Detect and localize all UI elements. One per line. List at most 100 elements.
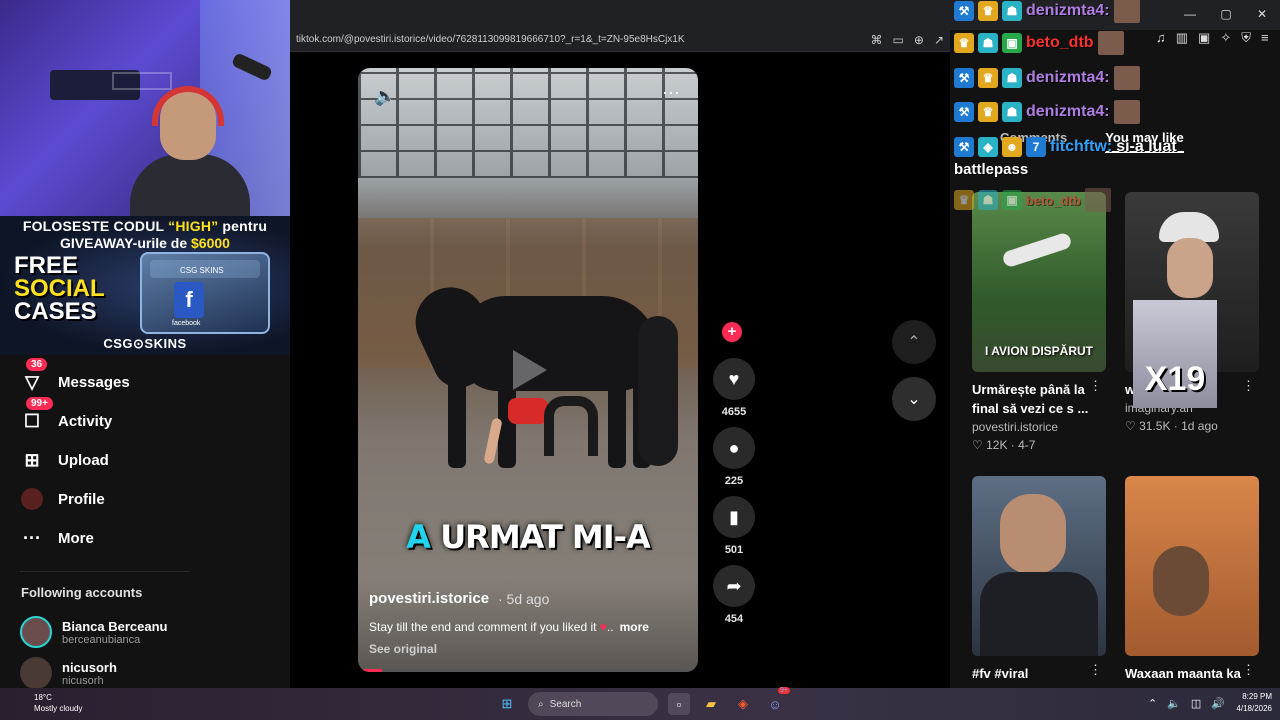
- url-text[interactable]: tiktok.com/@povestiri.istorice/video/762…: [296, 34, 685, 45]
- see-original-link[interactable]: See original: [369, 642, 437, 656]
- nav-upload[interactable]: ⊞ Upload: [20, 447, 108, 473]
- share-arrow-icon[interactable]: ➦: [713, 565, 755, 607]
- video-progress-bar[interactable]: [358, 669, 698, 672]
- card-author[interactable]: povestiri.istorice: [972, 420, 1106, 434]
- kebab-menu-icon[interactable]: ⋮: [1089, 662, 1102, 678]
- card-title[interactable]: Waxaan maanta ka: [1125, 664, 1259, 683]
- file-explorer-icon[interactable]: ▰: [700, 693, 722, 715]
- task-view-icon[interactable]: ▫: [668, 693, 690, 715]
- chat-username: denizmta4:: [1026, 2, 1110, 19]
- volume-icon[interactable]: 🔈: [374, 86, 396, 107]
- recommended-video-card[interactable]: I AVION DISPĂRUT Urmărește până la final…: [972, 192, 1106, 452]
- discord-icon[interactable]: ☺ 9+: [764, 687, 790, 715]
- nav-more[interactable]: ··· More: [20, 525, 94, 551]
- speaker-icon[interactable]: 🔈: [1167, 697, 1181, 710]
- zoom-icon[interactable]: ⊕: [914, 33, 924, 47]
- video-author[interactable]: povestiri.istorice: [369, 590, 489, 607]
- comment-icon[interactable]: ●: [713, 427, 755, 469]
- description-text: Stay till the end and comment if you lik…: [369, 620, 597, 634]
- weather-text: Mostly cloudy: [34, 704, 83, 713]
- shield-icon[interactable]: ⛨: [1241, 30, 1251, 46]
- face-shape: [1167, 238, 1213, 298]
- girl-shirt: [508, 398, 548, 424]
- previous-video-button[interactable]: ⌃: [892, 320, 936, 364]
- hammer-badge-icon: ⚒: [954, 102, 974, 122]
- overlay-text: X19: [1144, 360, 1206, 398]
- brave-browser-icon[interactable]: ◈: [732, 693, 754, 715]
- comment-action[interactable]: ● 225: [712, 427, 756, 487]
- address-bar[interactable]: tiktok.com/@povestiri.istorice/video/762…: [290, 30, 950, 52]
- recommended-video-card[interactable]: Waxaan maanta ka ⋮: [1125, 476, 1259, 683]
- nav-profile[interactable]: Profile: [20, 486, 105, 512]
- chat-username: fitchftw:: [1050, 138, 1113, 155]
- followed-account[interactable]: Bianca Berceanu berceanubianca: [20, 616, 168, 648]
- recommended-video-card[interactable]: #fv #viral ⋮: [972, 476, 1106, 683]
- nav-activity[interactable]: ☐ 99+ Activity: [20, 397, 112, 434]
- taskbar-clock[interactable]: 8:29 PM 4/18/2026: [1230, 691, 1272, 715]
- more-options-icon[interactable]: ···: [662, 82, 680, 103]
- more-icon: ···: [23, 527, 41, 548]
- streamer: [120, 80, 260, 216]
- address-bar-tools: ⌘ ▭ ⊕ ↗: [871, 33, 944, 47]
- card-title[interactable]: #fv #viral: [972, 664, 1106, 683]
- like-action[interactable]: ♥ 4655: [712, 358, 756, 418]
- close-window-button[interactable]: ✕: [1244, 0, 1280, 28]
- video-caption: A URMAT MI-A: [358, 518, 698, 556]
- chat-text: si-a luat: [1116, 138, 1177, 155]
- chat-emote: [1113, 100, 1140, 124]
- more-link[interactable]: more: [620, 620, 649, 634]
- translate-icon[interactable]: ⌘: [871, 33, 883, 47]
- share-action[interactable]: ➦ 454: [712, 565, 756, 625]
- card-title[interactable]: Urmărește până la final să vezi ce s ...: [972, 380, 1106, 418]
- bookmark-icon[interactable]: ▮: [713, 496, 755, 538]
- taskbar-search[interactable]: ⌕ Search: [528, 692, 658, 716]
- kebab-menu-icon[interactable]: ⋮: [1242, 378, 1255, 394]
- followed-account[interactable]: nicusorh nicusorh: [20, 657, 117, 689]
- bell-icon: ☐ 99+: [20, 397, 53, 433]
- horse-leg: [448, 376, 466, 468]
- chat-message: ⚒ ♛ ☗ denizmta4:: [954, 0, 1140, 23]
- weather-temp: 18°C: [34, 693, 52, 702]
- discord-badge: 9+: [778, 687, 790, 694]
- kebab-menu-icon[interactable]: ⋮: [1089, 378, 1102, 394]
- volume-icon[interactable]: 🔊: [1211, 697, 1225, 710]
- cast-icon[interactable]: ▭: [893, 33, 904, 47]
- crown-badge-icon: ♛: [978, 102, 998, 122]
- leo-icon[interactable]: ✧: [1220, 30, 1231, 46]
- video-meta: povestiri.istorice · 5d ago Stay till th…: [358, 578, 698, 672]
- video-thumbnail[interactable]: [1125, 476, 1259, 656]
- start-icon[interactable]: ⊞: [496, 693, 518, 715]
- like-count: 4655: [721, 406, 747, 418]
- network-icon[interactable]: ◫: [1191, 697, 1201, 710]
- follow-plus-button[interactable]: +: [722, 322, 742, 342]
- next-video-button[interactable]: ⌄: [892, 377, 936, 421]
- avatar: [20, 657, 52, 689]
- chat-username: beto_dtb: [1026, 34, 1094, 51]
- card-stats: ♡ 31.5K · 1d ago: [1125, 419, 1218, 433]
- caption-highlight: A: [406, 518, 431, 556]
- nav-messages[interactable]: ▽ 36 Messages: [20, 358, 130, 395]
- video-age: · 5d ago: [498, 591, 550, 607]
- chat-message: ♛ ☗ ▣ beto_dtb: [954, 188, 1111, 212]
- free-cases-text: FREE SOCIAL CASES: [14, 254, 105, 325]
- maximize-button[interactable]: ▢: [1208, 0, 1244, 28]
- cases-word: CASES: [14, 298, 97, 325]
- menu-icon[interactable]: ≡: [1261, 30, 1269, 46]
- chat-emote: [1113, 66, 1140, 90]
- weather-widget[interactable]: 18°C Mostly cloudy: [10, 692, 82, 714]
- heart-icon[interactable]: ♥: [713, 358, 755, 400]
- kebab-menu-icon[interactable]: ⋮: [1242, 662, 1255, 678]
- video-thumbnail[interactable]: [972, 476, 1106, 656]
- alien-badge-icon: ☗: [1002, 102, 1022, 122]
- account-name: Bianca Berceanu: [62, 618, 168, 634]
- video-player[interactable]: 🔈 ··· A URMAT MI-A povestiri.istorice · …: [358, 68, 698, 672]
- video-feed: 🔈 ··· A URMAT MI-A povestiri.istorice · …: [290, 52, 950, 688]
- video-thumbnail[interactable]: I AVION DISPĂRUT: [972, 192, 1106, 372]
- play-icon[interactable]: [513, 350, 547, 390]
- progress-fill: [358, 669, 382, 672]
- chevron-up-icon[interactable]: ⌃: [1148, 697, 1157, 710]
- save-count: 501: [724, 544, 744, 556]
- save-action[interactable]: ▮ 501: [712, 496, 756, 556]
- share-icon[interactable]: ↗: [934, 33, 944, 47]
- left-sidebar: ▽ 36 Messages ☐ 99+ Activity ⊞ Upload Prof…: [0, 355, 290, 689]
